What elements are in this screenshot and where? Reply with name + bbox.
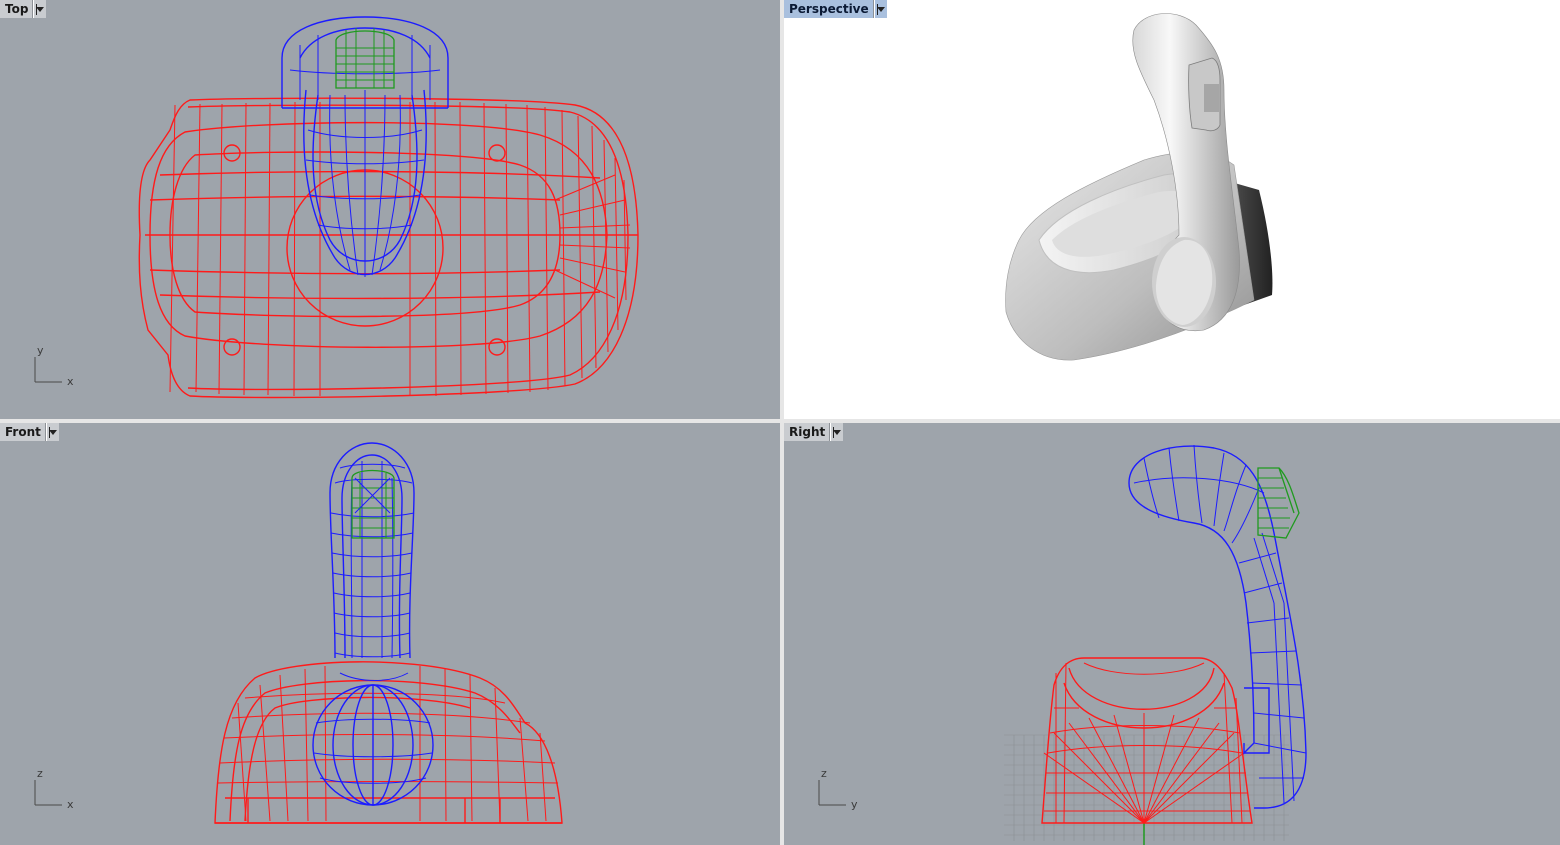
axis-label-z: z xyxy=(37,767,43,780)
viewport-title-front[interactable]: Front xyxy=(0,423,59,441)
axis-indicator-front xyxy=(34,780,62,806)
viewport-label[interactable]: Front xyxy=(0,423,46,441)
axis-label-x: x xyxy=(67,798,74,811)
axis-indicator-top xyxy=(34,357,62,383)
viewport-title-perspective[interactable]: Perspective xyxy=(784,0,887,18)
top-wireframe: x y xyxy=(34,16,639,399)
viewport-title-top[interactable]: Top xyxy=(0,0,47,18)
viewport-label[interactable]: Top xyxy=(0,0,34,18)
front-wireframe: x z xyxy=(34,442,563,824)
perspective-render xyxy=(1005,13,1273,361)
dropdown-arrow-icon[interactable] xyxy=(830,423,844,441)
axis-label-y: y xyxy=(851,798,858,811)
dropdown-arrow-icon[interactable] xyxy=(873,0,887,18)
viewport-title-right[interactable]: Right xyxy=(784,423,844,441)
dropdown-arrow-icon[interactable] xyxy=(33,0,47,18)
axis-indicator-right xyxy=(818,780,846,806)
viewport-perspective[interactable]: Perspective xyxy=(784,0,1560,419)
viewport-label[interactable]: Perspective xyxy=(784,0,874,18)
viewport-top[interactable]: x y Top xyxy=(0,0,780,419)
dropdown-arrow-icon[interactable] xyxy=(45,423,59,441)
axis-label-y: y xyxy=(37,344,44,357)
viewport-label[interactable]: Right xyxy=(784,423,831,441)
right-wireframe: y z xyxy=(818,444,1307,845)
axis-label-z: z xyxy=(821,767,827,780)
viewport-right[interactable]: y z Right xyxy=(784,423,1560,845)
viewport-front[interactable]: x z Front xyxy=(0,423,780,845)
axis-label-x: x xyxy=(67,375,74,388)
